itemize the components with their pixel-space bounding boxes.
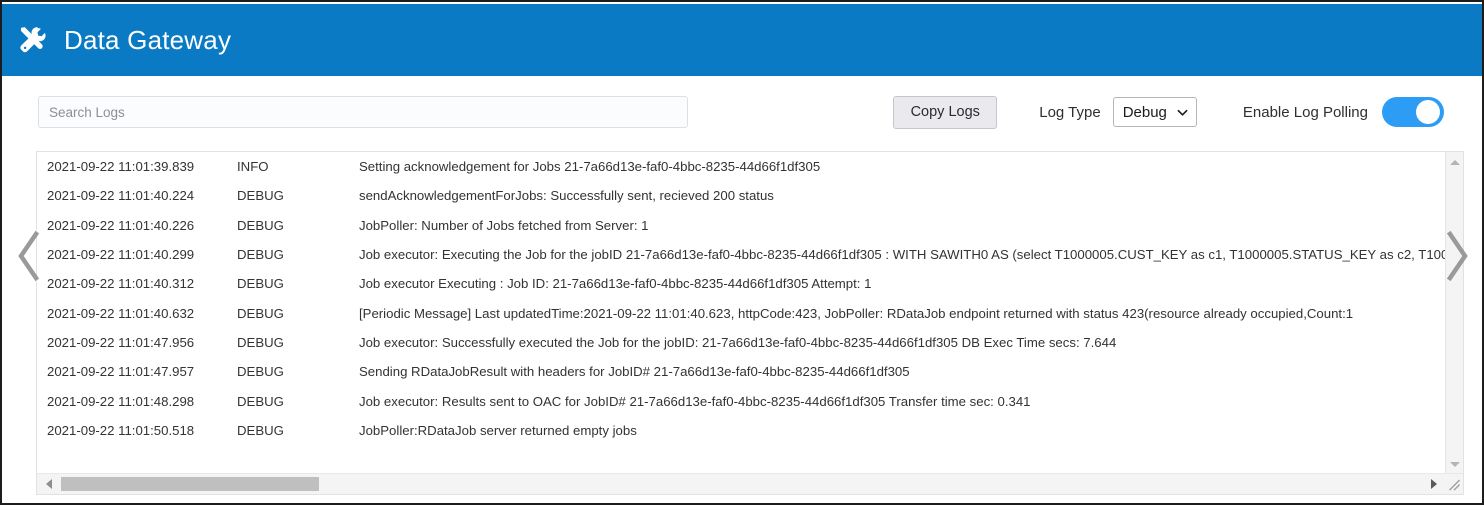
toggle-knob — [1416, 100, 1440, 124]
resize-grip-icon[interactable] — [1445, 475, 1463, 494]
data-gateway-window: Data Gateway Copy Logs Log Type Debug En… — [0, 0, 1484, 505]
log-timestamp: 2021-09-22 11:01:47.957 — [47, 364, 195, 380]
triangle-down-icon — [1449, 461, 1460, 467]
chevron-down-icon — [1177, 109, 1188, 116]
log-timestamp: 2021-09-22 11:01:39.839 — [47, 159, 195, 175]
chevron-right-icon[interactable] — [1442, 230, 1472, 282]
scroll-right-button[interactable] — [1425, 474, 1443, 493]
log-message: Setting acknowledgement for Jobs 21-7a66… — [359, 159, 821, 175]
log-level: DEBUG — [237, 422, 284, 438]
log-level: DEBUG — [237, 393, 284, 409]
log-type-selected-value: Debug — [1122, 103, 1167, 121]
log-message: Job executor Executing : Job ID: 21-7a66… — [359, 276, 872, 292]
log-timestamp: 2021-09-22 11:01:40.224 — [47, 188, 195, 204]
table-row[interactable]: 2021-09-22 11:01:50.518 DEBUG JobPoller:… — [37, 416, 1446, 445]
scroll-up-button[interactable] — [1446, 154, 1463, 170]
table-row[interactable]: 2021-09-22 11:01:40.632 DEBUG [Periodic … — [37, 298, 1446, 327]
log-table: 2021-09-22 11:01:39.839 INFO Setting ack… — [37, 152, 1446, 445]
table-row[interactable]: 2021-09-22 11:01:40.312 DEBUG Job execut… — [37, 269, 1446, 298]
log-level: DEBUG — [237, 188, 284, 204]
log-panel: 2021-09-22 11:01:39.839 INFO Setting ack… — [36, 151, 1464, 495]
table-row[interactable]: 2021-09-22 11:01:40.299 DEBUG Job execut… — [37, 240, 1446, 269]
log-level: INFO — [237, 159, 269, 175]
enable-log-polling-toggle[interactable] — [1382, 97, 1444, 127]
log-timestamp: 2021-09-22 11:01:40.226 — [47, 217, 195, 233]
triangle-up-icon — [1449, 159, 1460, 165]
enable-log-polling-label: Enable Log Polling — [1242, 103, 1368, 121]
log-viewport: 2021-09-22 11:01:39.839 INFO Setting ack… — [37, 152, 1446, 474]
log-table-body: 2021-09-22 11:01:39.839 INFO Setting ack… — [37, 152, 1446, 445]
triangle-left-icon — [46, 478, 52, 489]
triangle-right-icon — [1431, 478, 1437, 489]
log-message: Sending RDataJobResult with headers for … — [359, 364, 910, 380]
scroll-left-button[interactable] — [40, 474, 58, 493]
scroll-down-button[interactable] — [1446, 456, 1463, 472]
log-message: Job executor: Results sent to OAC for Jo… — [359, 393, 1031, 409]
table-row[interactable]: 2021-09-22 11:01:39.839 INFO Setting ack… — [37, 152, 1446, 181]
log-timestamp: 2021-09-22 11:01:40.312 — [47, 276, 195, 292]
log-message: Job executor: Successfully executed the … — [359, 334, 1117, 350]
app-header: Data Gateway — [2, 4, 1482, 76]
log-message: JobPoller: Number of Jobs fetched from S… — [359, 217, 649, 233]
vertical-scrollbar[interactable] — [1445, 152, 1463, 474]
log-timestamp: 2021-09-22 11:01:50.518 — [47, 422, 195, 438]
tools-icon — [20, 27, 46, 53]
page-title: Data Gateway — [64, 25, 232, 55]
table-row[interactable]: 2021-09-22 11:01:48.298 DEBUG Job execut… — [37, 386, 1446, 415]
chevron-left-icon[interactable] — [14, 230, 44, 282]
horizontal-scroll-thumb[interactable] — [61, 477, 319, 491]
log-toolbar: Copy Logs Log Type Debug Enable Log Poll… — [2, 76, 1482, 148]
log-level: DEBUG — [237, 305, 284, 321]
log-level: DEBUG — [237, 276, 284, 292]
log-timestamp: 2021-09-22 11:01:47.956 — [47, 334, 195, 350]
copy-logs-button[interactable]: Copy Logs — [893, 95, 998, 129]
log-type-label: Log Type — [1039, 103, 1101, 121]
horizontal-scrollbar[interactable] — [37, 473, 1463, 494]
log-level: DEBUG — [237, 334, 284, 350]
log-type-select[interactable]: Debug — [1112, 97, 1197, 127]
log-message: [Periodic Message] Last updatedTime:2021… — [359, 305, 1354, 321]
log-timestamp: 2021-09-22 11:01:40.299 — [47, 247, 195, 263]
log-timestamp: 2021-09-22 11:01:40.632 — [47, 305, 195, 321]
table-row[interactable]: 2021-09-22 11:01:40.224 DEBUG sendAcknow… — [37, 181, 1446, 210]
table-row[interactable]: 2021-09-22 11:01:47.956 DEBUG Job execut… — [37, 328, 1446, 357]
log-message: sendAcknowledgementForJobs: Successfully… — [359, 188, 774, 204]
log-timestamp: 2021-09-22 11:01:48.298 — [47, 393, 195, 409]
log-message: JobPoller:RDataJob server returned empty… — [359, 422, 637, 438]
table-row[interactable]: 2021-09-22 11:01:40.226 DEBUG JobPoller:… — [37, 211, 1446, 240]
search-input[interactable] — [38, 96, 688, 128]
log-message: Job executor: Executing the Job for the … — [359, 247, 1446, 263]
log-level: DEBUG — [237, 247, 284, 263]
table-row[interactable]: 2021-09-22 11:01:47.957 DEBUG Sending RD… — [37, 357, 1446, 386]
log-level: DEBUG — [237, 217, 284, 233]
log-level: DEBUG — [237, 364, 284, 380]
